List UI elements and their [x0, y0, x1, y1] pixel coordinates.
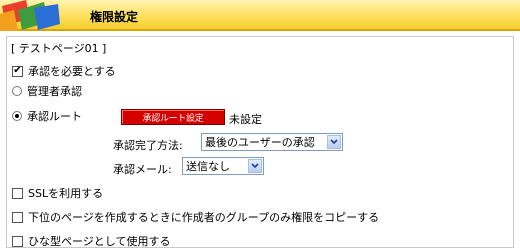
require-approval-label: 承認を必要とする	[28, 65, 116, 78]
approval-mail-value: 送信なし	[186, 160, 230, 173]
approval-mail-label: 承認メール:	[113, 163, 172, 176]
copy-creator-group-option[interactable]: 下位のページを作成するときに作成者のグループのみ権限をコピーする	[12, 208, 379, 226]
chevron-down-icon[interactable]	[248, 159, 262, 173]
admin-approval-option[interactable]: 管理者承認	[12, 82, 82, 100]
use-as-template-label: ひな型ページとして使用する	[28, 235, 171, 248]
completion-method-label: 承認完了方法:	[113, 139, 183, 152]
use-ssl-checkbox[interactable]	[12, 187, 23, 199]
admin-approval-label: 管理者承認	[27, 85, 82, 98]
route-approval-radio[interactable]	[12, 111, 22, 121]
route-status-text: 未設定	[229, 113, 262, 126]
use-as-template-checkbox[interactable]	[12, 235, 23, 247]
copy-creator-group-label: 下位のページを作成するときに作成者のグループのみ権限をコピーする	[28, 211, 380, 224]
use-ssl-option[interactable]: SSLを利用する	[12, 184, 103, 202]
admin-approval-radio[interactable]	[12, 86, 22, 96]
approval-mail-select[interactable]: 送信なし	[182, 157, 264, 175]
route-approval-label: 承認ルート	[27, 110, 82, 123]
header-bar: 権限設定	[0, 0, 520, 31]
completion-method-select[interactable]: 最後のユーザーの承認	[201, 133, 343, 151]
require-approval-option[interactable]: ✔ 承認を必要とする	[12, 62, 116, 80]
settings-panel: [ テストページ01 ] ✔ 承認を必要とする 管理者承認 承認ルート 承認ルー…	[6, 36, 514, 248]
page-title: 権限設定	[90, 10, 139, 24]
route-approval-option[interactable]: 承認ルート	[12, 107, 82, 125]
require-approval-checkbox[interactable]: ✔	[12, 65, 23, 77]
app-logo	[0, 0, 70, 31]
use-ssl-label: SSLを利用する	[28, 187, 104, 200]
copy-creator-group-checkbox[interactable]	[12, 211, 23, 223]
completion-method-value: 最後のユーザーの承認	[205, 136, 315, 149]
chevron-down-icon[interactable]	[327, 135, 341, 149]
use-as-template-option[interactable]: ひな型ページとして使用する	[12, 232, 170, 250]
route-settings-button[interactable]: 承認ルート設定	[121, 109, 225, 125]
page-name-label: [ テストページ01 ]	[11, 42, 107, 55]
